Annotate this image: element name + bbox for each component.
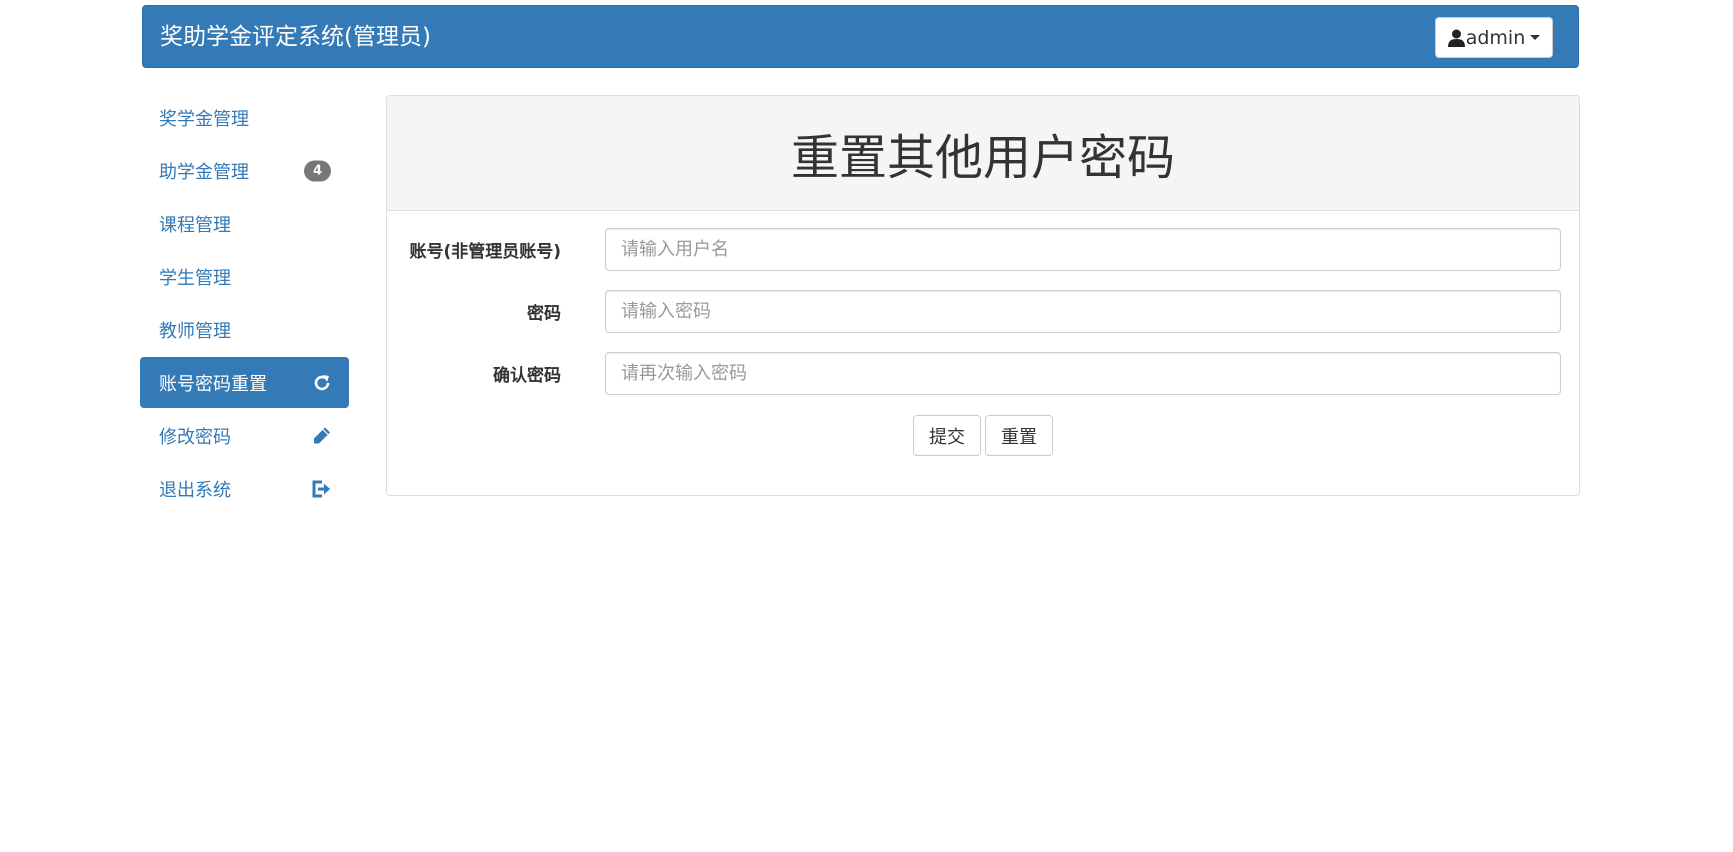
sidebar-item-scholarship[interactable]: 奖学金管理 [140, 92, 349, 143]
pencil-icon [314, 427, 330, 443]
sidebar-item-courses[interactable]: 课程管理 [140, 198, 349, 249]
password-label: 密码 [527, 304, 561, 324]
count-badge: 4 [304, 160, 331, 181]
password-input[interactable] [605, 290, 1561, 333]
user-icon [1447, 29, 1465, 47]
sidebar-item-reset-password[interactable]: 账号密码重置 [140, 357, 349, 408]
sidebar-item-change-password[interactable]: 修改密码 [140, 410, 349, 461]
sidebar-item-label: 课程管理 [159, 214, 231, 236]
password-row: 密码 [387, 290, 1579, 333]
account-input[interactable] [605, 228, 1561, 271]
sidebar-item-label: 奖学金管理 [159, 108, 249, 130]
confirm-password-label: 确认密码 [493, 366, 561, 386]
reset-button[interactable]: 重置 [985, 415, 1053, 456]
sidebar-item-label: 助学金管理 [159, 161, 249, 183]
logout-icon [312, 480, 330, 497]
sidebar-item-grant[interactable]: 助学金管理 4 [140, 145, 349, 196]
chevron-down-icon [1530, 35, 1541, 40]
sidebar-item-logout[interactable]: 退出系统 [140, 463, 349, 514]
sidebar-item-label: 教师管理 [159, 320, 231, 342]
top-navbar: 奖助学金评定系统(管理员) admin [142, 5, 1579, 68]
confirm-password-row: 确认密码 [387, 352, 1579, 395]
account-label: 账号(非管理员账号) [409, 242, 561, 262]
confirm-password-input[interactable] [605, 352, 1561, 395]
user-menu-button[interactable]: admin [1435, 17, 1553, 58]
sidebar: 奖学金管理 助学金管理 4 课程管理 学生管理 教师管理 账号密码重置 修改密码… [140, 92, 349, 516]
sidebar-item-label: 退出系统 [159, 479, 231, 501]
sidebar-item-teachers[interactable]: 教师管理 [140, 304, 349, 355]
reset-password-panel: 重置其他用户密码 账号(非管理员账号) 密码 确认密码 提交 重置 [386, 95, 1580, 496]
sidebar-item-label: 账号密码重置 [159, 373, 267, 395]
page-title: 重置其他用户密码 [790, 130, 1175, 186]
refresh-icon [314, 374, 330, 390]
panel-heading: 重置其他用户密码 [387, 96, 1579, 211]
app-title[interactable]: 奖助学金评定系统(管理员) [160, 23, 431, 51]
account-row: 账号(非管理员账号) [387, 228, 1579, 271]
sidebar-item-label: 修改密码 [159, 426, 231, 448]
user-menu-label: admin [1465, 26, 1526, 49]
submit-button[interactable]: 提交 [913, 415, 981, 456]
sidebar-item-label: 学生管理 [159, 267, 231, 289]
sidebar-item-students[interactable]: 学生管理 [140, 251, 349, 302]
